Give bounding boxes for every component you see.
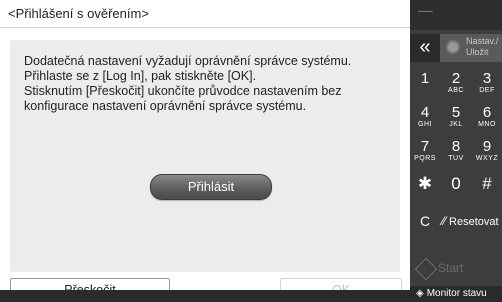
back-button[interactable]: «: [410, 34, 440, 62]
keypad-header: -----: [410, 0, 502, 30]
key-5[interactable]: 5 JKL: [441, 98, 471, 134]
keypad-header-dots: -----: [418, 6, 433, 16]
start-label: Start: [438, 261, 464, 275]
message-panel: Dodatečná nastavení vyžadují oprávnění s…: [10, 40, 400, 272]
settings-save-label: Nastav./ Uložit: [466, 36, 499, 57]
numeric-keypad: ----- « Nastav./ Uložit 1 2 ABC 3 DEF 4 GHI…: [410, 0, 502, 302]
key-9[interactable]: 9 WXYZ: [472, 132, 502, 168]
login-button[interactable]: Přihlásit: [150, 174, 272, 200]
key-4[interactable]: 4 GHI: [410, 98, 440, 134]
key-7[interactable]: 7 PQRS: [410, 132, 440, 168]
key-2[interactable]: 2 ABC: [441, 64, 471, 100]
reset-label: Resetovat: [449, 216, 499, 228]
key-1[interactable]: 1: [410, 64, 440, 100]
status-monitor-button[interactable]: ◈ Monitor stavu: [410, 286, 502, 302]
bottom-status-bar: [0, 290, 410, 302]
monitor-eye-icon: ◈: [416, 288, 424, 299]
key-0[interactable]: 0: [441, 166, 471, 202]
status-monitor-label: Monitor stavu: [426, 288, 487, 299]
double-chevron-left-icon: «: [419, 36, 431, 58]
clear-key[interactable]: C: [410, 206, 440, 236]
reset-icon: ⁄⁄: [442, 214, 447, 228]
key-8[interactable]: 8 TUV: [441, 132, 471, 168]
start-button[interactable]: Start: [410, 256, 502, 281]
gear-icon: [446, 40, 460, 54]
key-6[interactable]: 6 MNO: [472, 98, 502, 134]
key-hash[interactable]: #: [472, 166, 502, 202]
start-diamond-icon: [414, 257, 438, 281]
message-text: Dodatečná nastavení vyžadují oprávnění s…: [24, 54, 352, 113]
reset-button[interactable]: ⁄⁄ Resetovat: [442, 206, 502, 236]
dialog-title: <Přihlášení s ověřením>: [8, 6, 149, 21]
settings-save-button[interactable]: Nastav./ Uložit: [440, 34, 502, 62]
key-3[interactable]: 3 DEF: [472, 64, 502, 100]
title-divider: [0, 27, 410, 28]
key-star[interactable]: ✱: [410, 166, 440, 202]
login-dialog: <Přihlášení s ověřením> Dodatečná nastav…: [0, 0, 410, 302]
